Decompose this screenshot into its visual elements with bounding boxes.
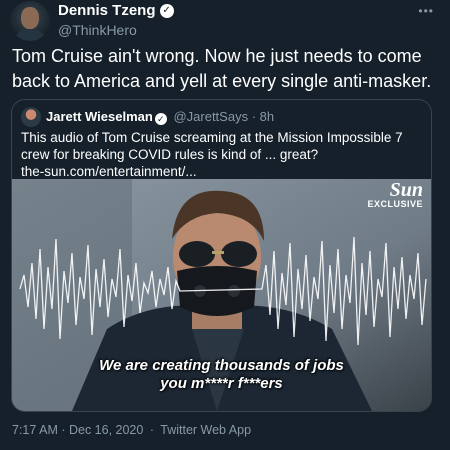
more-options-icon[interactable]: ••• [418,4,434,18]
tweet-footer: 7:17 AM · Dec 16, 2020 · Twitter Web App [12,423,251,437]
quoted-age[interactable]: 8h [260,109,274,124]
tweet-text: Tom Cruise ain't wrong. Now he just need… [12,46,432,91]
media-caption-line-2: you m****r f***ers [160,375,283,392]
avatar[interactable] [10,1,50,41]
avatar-face [21,7,39,29]
author-block: Dennis Tzeng ✓ @ThinkHero [58,2,174,39]
quoted-separator: · [251,109,257,124]
sun-logo: Sun EXCLUSIVE [367,179,423,210]
quoted-text-block: This audio of Tom Cruise screaming at th… [21,129,421,180]
tweet-source[interactable]: Twitter Web App [160,423,251,437]
media-brand-sub: EXCLUSIVE [367,199,423,209]
quoted-avatar[interactable] [21,107,41,127]
author-name-row[interactable]: Dennis Tzeng ✓ [58,2,174,20]
quoted-author-handle[interactable]: @JarettSays [173,109,248,124]
quoted-link[interactable]: the-sun.com/entertainment/... [21,163,421,180]
media-brand: Sun [389,179,423,201]
quoted-header: Jarett Wieselman ✓ @JarettSays · 8h [46,109,274,125]
author-display-name[interactable]: Dennis Tzeng [58,2,156,20]
author-handle[interactable]: @ThinkHero [58,21,174,39]
tweet: Dennis Tzeng ✓ @ThinkHero ••• Tom Cruise… [0,0,450,450]
media-caption-line-1: We are creating thousands of jobs [99,357,344,374]
verified-icon: ✓ [159,4,174,18]
quoted-author-name[interactable]: Jarett Wieselman [46,109,153,124]
footer-separator: · [149,423,154,437]
tweet-timestamp[interactable]: 7:17 AM · Dec 16, 2020 [12,423,143,437]
quoted-tweet[interactable]: Jarett Wieselman ✓ @JarettSays · 8h This … [11,99,432,412]
quoted-verified-icon: ✓ [154,113,167,125]
quoted-media[interactable]: Sun EXCLUSIVE We are creating thousands … [12,179,431,411]
avatar-shirt [14,29,46,41]
quoted-text: This audio of Tom Cruise screaming at th… [21,130,403,162]
